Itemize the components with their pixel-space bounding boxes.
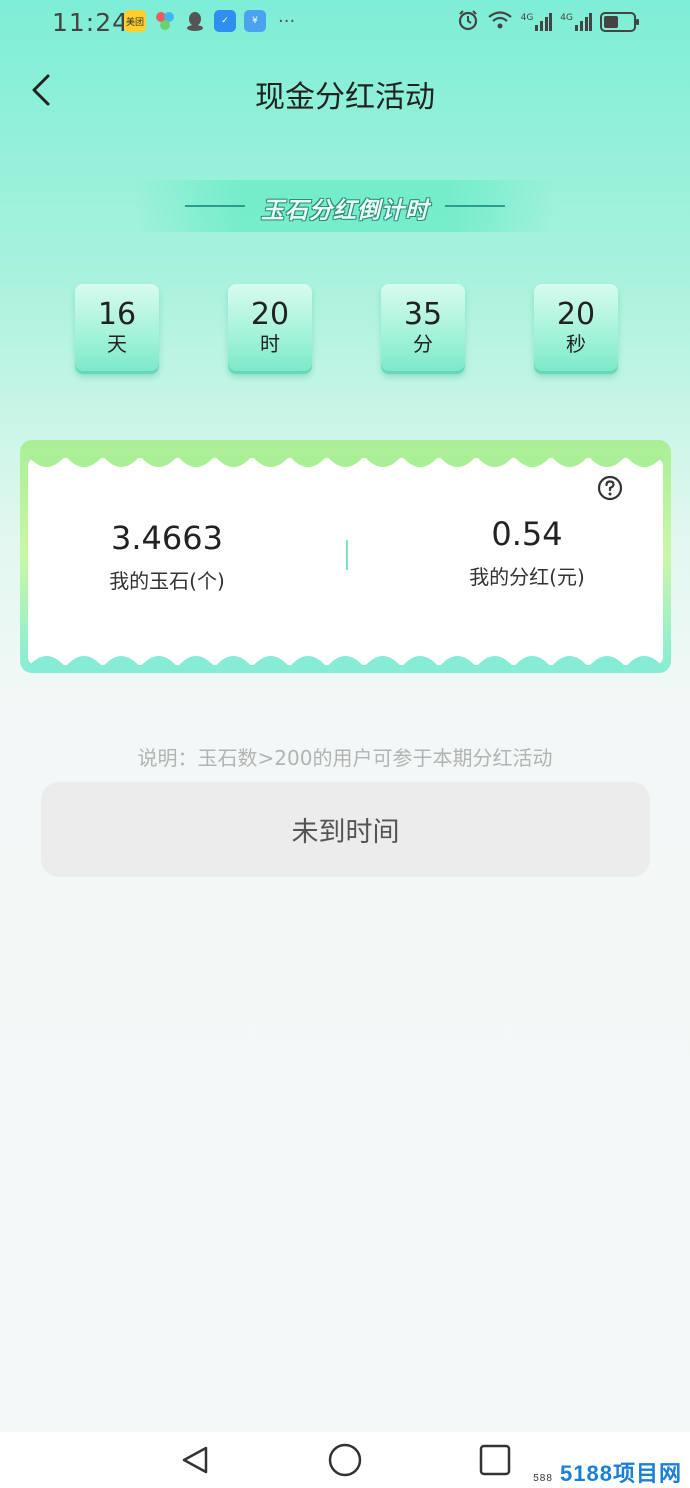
status-bar: 11:24 美团 ✓ ¥ ··· 4G 4G xyxy=(0,0,690,44)
nav-home-button[interactable] xyxy=(325,1440,365,1480)
pinwheel-app-icon xyxy=(154,10,176,32)
more-notifications-icon: ··· xyxy=(278,10,296,32)
question-circle-icon xyxy=(597,475,623,501)
countdown-unit: 天 xyxy=(107,332,127,356)
wifi-icon xyxy=(487,10,513,34)
countdown-value: 35 xyxy=(403,297,443,332)
countdown-unit: 秒 xyxy=(566,332,586,356)
countdown-banner: 玉石分红倒计时 xyxy=(135,180,555,232)
card-scallop-bottom xyxy=(28,656,663,667)
countdown-value: 20 xyxy=(556,297,596,332)
triangle-back-icon xyxy=(182,1446,208,1474)
square-recents-icon xyxy=(479,1444,511,1476)
countdown-days: 16 天 xyxy=(75,284,159,374)
dividend-stat: 0.54 我的分红(元) xyxy=(407,515,647,590)
watermark-prefix: 588 xyxy=(533,1473,553,1484)
alarm-icon xyxy=(457,9,479,35)
battery-icon xyxy=(600,12,639,32)
qq-icon xyxy=(184,10,206,32)
notification-icons: 美团 ✓ ¥ ··· xyxy=(124,10,295,32)
countdown-seconds: 20 秒 xyxy=(534,284,618,374)
watermark: 588 5188项目网 xyxy=(533,1456,682,1488)
nav-recents-button[interactable] xyxy=(476,1440,516,1480)
dividend-value: 0.54 xyxy=(491,515,563,553)
chat-app-icon: ✓ xyxy=(214,10,236,32)
dividend-label: 我的分红(元) xyxy=(469,565,585,589)
jade-value: 3.4663 xyxy=(111,519,223,557)
jade-label: 我的玉石(个) xyxy=(109,569,225,593)
banner-title: 玉石分红倒计时 xyxy=(261,198,429,224)
card-scallop-top xyxy=(28,456,663,467)
signal-icon-2: 4G xyxy=(560,13,592,31)
nav-back-button[interactable] xyxy=(176,1440,216,1480)
countdown-minutes: 35 分 xyxy=(381,284,465,374)
claim-button[interactable]: 未到时间 xyxy=(41,782,650,877)
countdown-hours: 20 时 xyxy=(228,284,312,374)
countdown-value: 16 xyxy=(97,297,137,332)
jade-stat: 3.4663 我的玉石(个) xyxy=(47,519,287,594)
stats-divider xyxy=(346,540,348,570)
signal-icon-1: 4G xyxy=(521,13,553,31)
wallet-app-icon: ¥ xyxy=(244,10,266,32)
meituan-app-icon: 美团 xyxy=(124,10,146,32)
help-button[interactable] xyxy=(597,475,623,501)
eligibility-note: 说明：玉石数>200的用户可参于本期分红活动 xyxy=(137,746,553,770)
page-title: 现金分红活动 xyxy=(255,80,435,115)
countdown-unit: 分 xyxy=(413,332,433,356)
circle-home-icon xyxy=(328,1443,362,1477)
status-time: 11:24 xyxy=(52,8,130,37)
system-icons: 4G 4G xyxy=(457,9,639,35)
watermark-text: 5188项目网 xyxy=(560,1461,682,1486)
countdown-value: 20 xyxy=(250,297,290,332)
battery-level xyxy=(604,16,618,28)
countdown-unit: 时 xyxy=(260,332,280,356)
